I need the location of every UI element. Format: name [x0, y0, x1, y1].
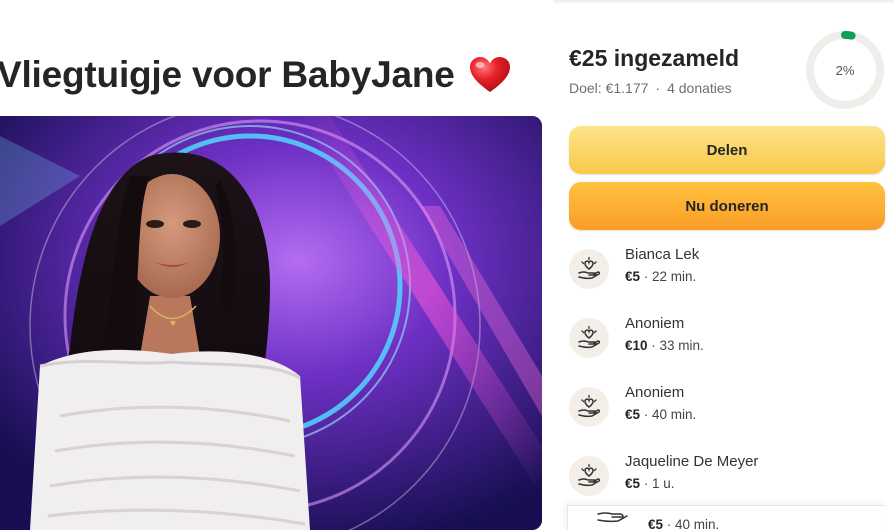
donor-name: Anoniem: [625, 315, 685, 332]
progress-percent: 2%: [835, 62, 855, 78]
donation-hand-heart-icon: [569, 318, 609, 358]
donation-amount: €5: [625, 476, 641, 491]
donation-amount: €5: [625, 407, 641, 422]
donation-meta: €10 · 33 min.: [625, 338, 704, 353]
donation-item: Anoniem €10 · 33 min.: [569, 315, 885, 371]
donation-time: 40 min.: [675, 517, 720, 530]
donation-meta: €5 · 40 min.: [625, 407, 697, 422]
donation-meta: €5 · 40 min.: [648, 517, 720, 530]
campaign-photo: [0, 116, 542, 530]
donation-hand-heart-icon: [569, 456, 609, 496]
donation-amount: €10: [625, 338, 648, 353]
donation-time: 40 min.: [652, 407, 697, 422]
donation-time: 33 min.: [659, 338, 704, 353]
donations-popup-edge: €5 · 40 min.: [567, 505, 885, 530]
donation-time: 22 min.: [652, 269, 697, 284]
sidebar-top-divider: [553, 0, 894, 4]
heart-icon: [469, 56, 511, 94]
donation-meta: €5 · 22 min.: [625, 269, 697, 284]
donation-time: 1 u.: [652, 476, 675, 491]
donation-hand-heart-icon: [569, 249, 609, 289]
campaign-title: Vliegtuigje voor BabyJane: [0, 54, 455, 95]
goal-amount: Doel: €1.177: [569, 80, 649, 96]
donor-name: Anoniem: [625, 384, 685, 401]
separator-dot: ·: [655, 80, 661, 96]
donation-count: 4 donaties: [667, 80, 732, 96]
donation-amount: €5: [648, 517, 664, 530]
donation-item: Anoniem €5 · 40 min.: [569, 384, 885, 440]
donate-now-button[interactable]: Nu doneren: [569, 182, 885, 230]
donation-hand-heart-icon: [569, 387, 609, 427]
donation-amount: €5: [625, 269, 641, 284]
donor-name: Bianca Lek: [625, 246, 700, 263]
goal-summary: Doel: €1.177 · 4 donaties: [569, 80, 732, 96]
donation-hand-heart-icon: [597, 512, 628, 523]
donor-name: Jaqueline De Meyer: [625, 453, 759, 470]
donation-item: Jaqueline De Meyer €5 · 1 u.: [569, 453, 885, 509]
page-title: Vliegtuigje voor BabyJane: [0, 54, 511, 96]
amount-raised: €25 ingezameld: [569, 45, 740, 71]
share-button[interactable]: Delen: [569, 126, 885, 174]
donation-item: Bianca Lek €5 · 22 min.: [569, 246, 885, 302]
donation-meta: €5 · 1 u.: [625, 476, 675, 491]
